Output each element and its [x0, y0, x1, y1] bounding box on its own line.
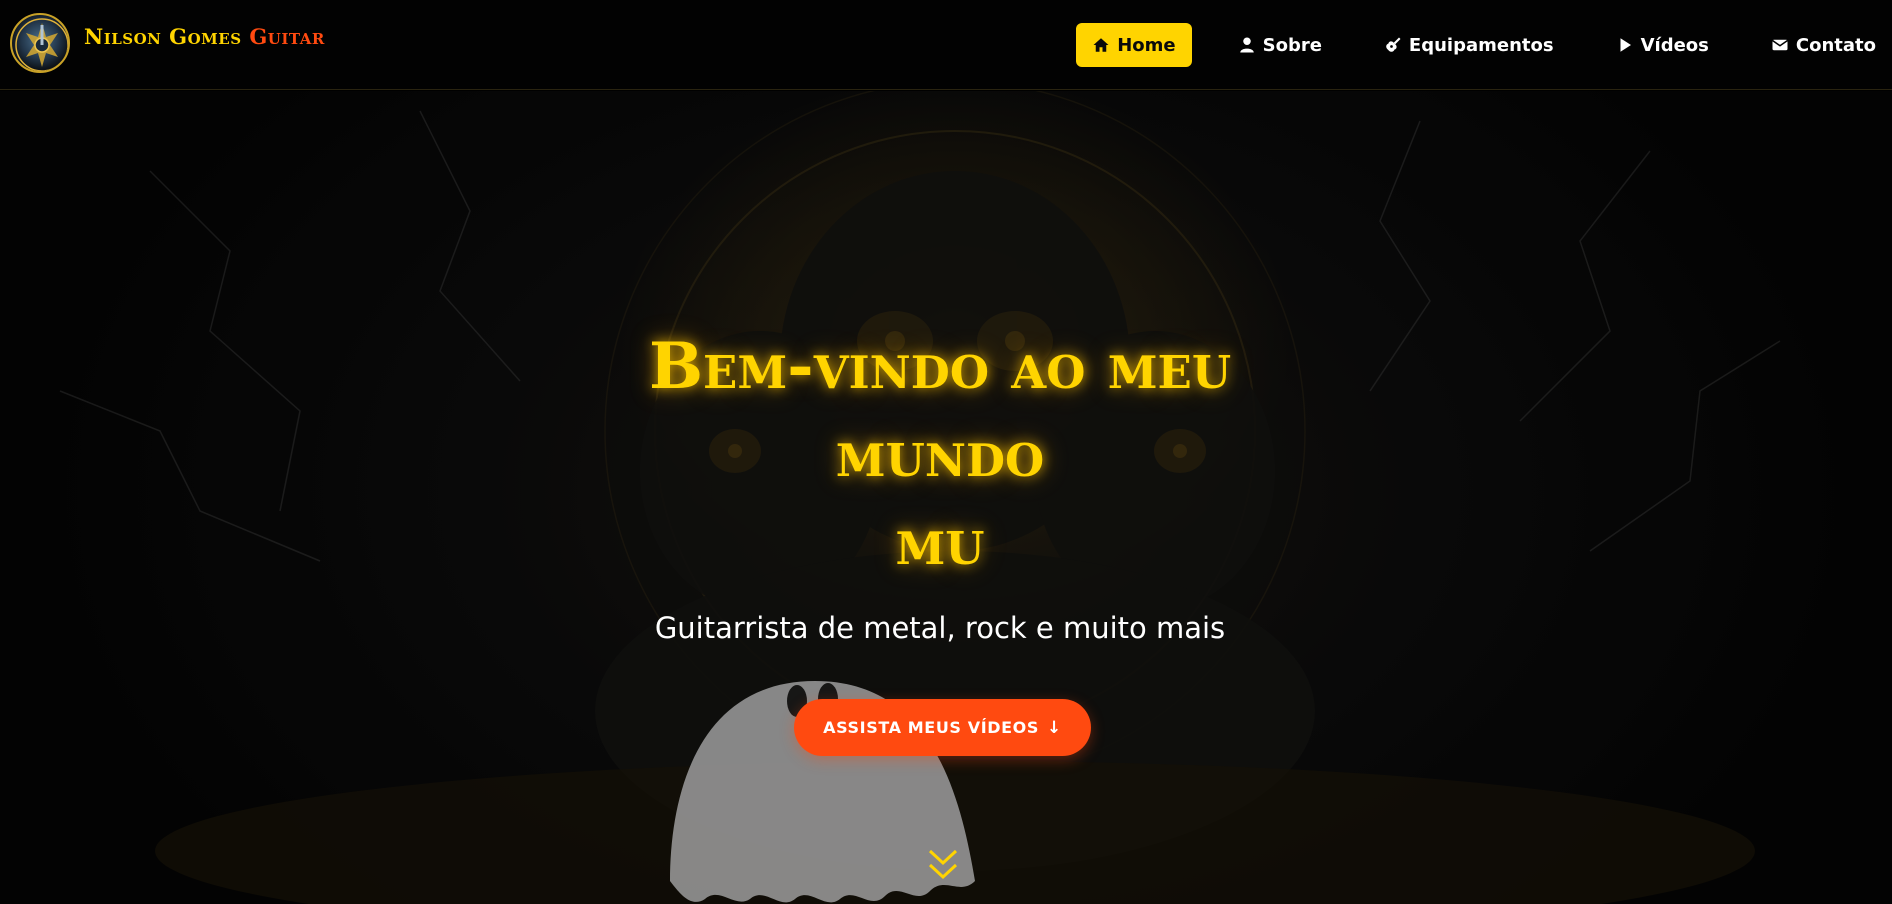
user-icon [1238, 36, 1256, 54]
nav-item-home[interactable]: Home [1076, 23, 1192, 67]
brand-name-part2: Guitar [249, 23, 325, 49]
hero-subtitle: Guitarrista de metal, rock e muito mais [654, 611, 1226, 645]
nav-item-sobre[interactable]: Sobre [1222, 23, 1338, 67]
play-icon [1616, 36, 1634, 54]
envelope-icon [1771, 36, 1789, 54]
guitar-icon [1384, 36, 1402, 54]
hero-title-line1: Bem-vindo ao meu mundo [648, 329, 1232, 492]
brand-name-part1: Nilson Gomes [84, 23, 242, 49]
nav-item-contato[interactable]: Contato [1755, 23, 1892, 67]
watch-videos-button[interactable]: ASSISTA MEUS VÍDEOS ↓ [794, 699, 1091, 756]
nav-item-videos[interactable]: Vídeos [1600, 23, 1725, 67]
arrow-down-icon: ↓ [1046, 717, 1062, 738]
watch-videos-label: ASSISTA MEUS VÍDEOS [823, 718, 1039, 737]
nav-item-label: Equipamentos [1408, 34, 1554, 56]
nav-item-label: Contato [1795, 34, 1876, 56]
double-chevron-down-icon[interactable] [927, 847, 959, 883]
main-nav: Home Sobre Equipamentos Vídeos Contato [1076, 0, 1892, 90]
hero-title: Bem-vindo ao meu mundo mu [540, 323, 1340, 587]
nav-item-label: Home [1117, 34, 1176, 56]
home-icon [1092, 36, 1110, 54]
nav-item-label: Sobre [1262, 34, 1322, 56]
brand[interactable]: Nilson Gomes Guitar [10, 13, 325, 73]
navbar: Nilson Gomes Guitar Home Sobre Equipamen… [0, 0, 1892, 90]
nav-item-equipamentos[interactable]: Equipamentos [1368, 23, 1570, 67]
brand-logo-icon[interactable] [10, 13, 70, 73]
nav-item-label: Vídeos [1640, 34, 1709, 56]
hero-title-line2: mu [895, 505, 985, 580]
hero-section: Bem-vindo ao meu mundo mu Guitarrista de… [0, 91, 1892, 904]
brand-name[interactable]: Nilson Gomes Guitar [84, 24, 325, 49]
